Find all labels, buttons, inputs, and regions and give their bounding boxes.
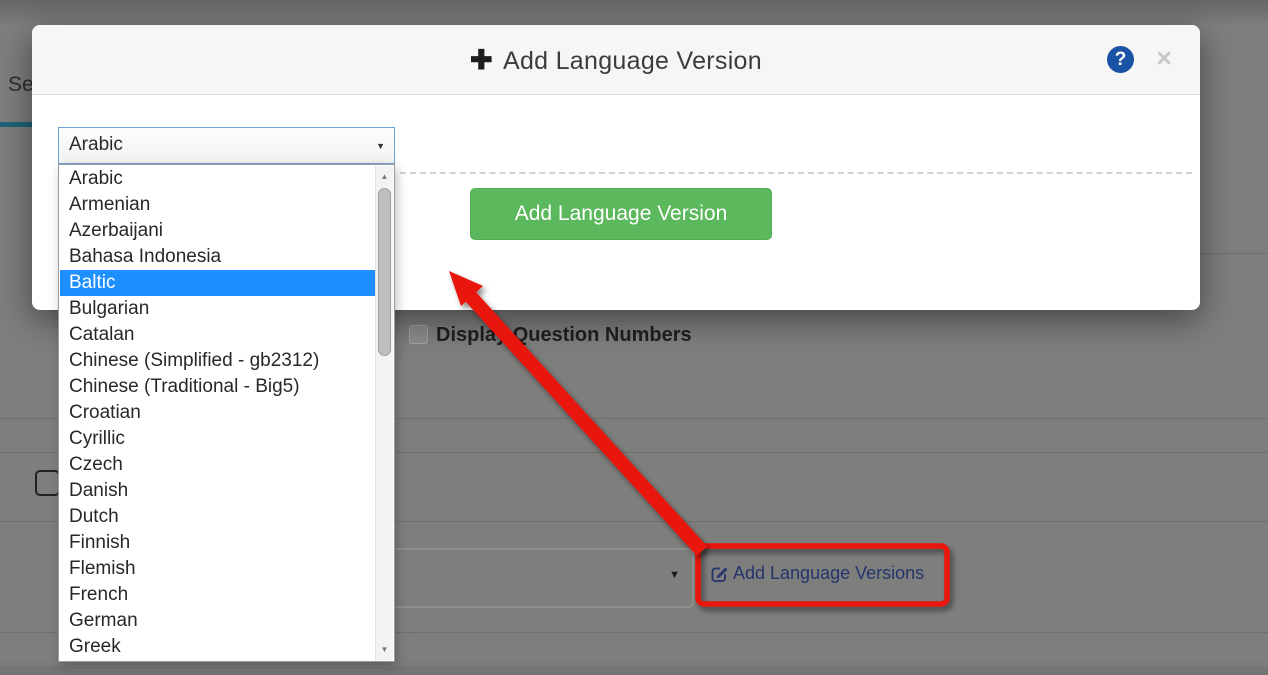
background-divider xyxy=(1200,253,1268,254)
language-select-value: Arabic xyxy=(69,134,123,156)
background-tab-accent-bar xyxy=(0,122,32,127)
language-option[interactable]: Czech xyxy=(60,452,376,478)
language-option[interactable]: Arabic xyxy=(60,166,376,192)
add-language-version-button[interactable]: Add Language Version xyxy=(470,188,772,240)
background-language-dropdown[interactable]: ▼ xyxy=(366,548,694,608)
language-option-list: ArabicArmenianAzerbaijaniBahasa Indonesi… xyxy=(60,166,376,660)
language-option[interactable]: Armenian xyxy=(60,192,376,218)
language-option[interactable]: Bulgarian xyxy=(60,296,376,322)
language-option[interactable]: Greek xyxy=(60,634,376,660)
chevron-down-icon: ▼ xyxy=(669,569,680,581)
modal-header: ✚Add Language Version ? × xyxy=(32,25,1200,95)
scrollbar-thumb[interactable] xyxy=(378,188,391,356)
arrow-annotation xyxy=(449,271,702,551)
language-select[interactable]: Arabic ▼ xyxy=(58,127,395,164)
background-divider xyxy=(0,668,1268,669)
plus-icon: ✚ xyxy=(470,45,493,75)
language-option[interactable]: Finnish xyxy=(60,530,376,556)
scroll-down-icon[interactable]: ▼ xyxy=(376,641,393,658)
add-language-versions-link[interactable]: Add Language Versions xyxy=(710,563,924,584)
modal-title: ✚Add Language Version xyxy=(32,45,1200,76)
help-icon[interactable]: ? xyxy=(1107,46,1134,73)
language-option[interactable]: Chinese (Simplified - gb2312) xyxy=(60,348,376,374)
language-option[interactable]: Catalan xyxy=(60,322,376,348)
language-option[interactable]: Cyrillic xyxy=(60,426,376,452)
edit-icon xyxy=(710,564,729,583)
language-option[interactable]: Bahasa Indonesia xyxy=(60,244,376,270)
language-option[interactable]: Danish xyxy=(60,478,376,504)
background-row-checkbox[interactable] xyxy=(35,470,60,496)
scroll-up-icon[interactable]: ▲ xyxy=(376,168,393,185)
background-partial-text: Se xyxy=(8,73,34,97)
language-option[interactable]: Azerbaijani xyxy=(60,218,376,244)
display-question-numbers-label: Display Question Numbers xyxy=(436,324,692,347)
scrollbar[interactable]: ▲ ▼ xyxy=(375,166,393,660)
language-option[interactable]: Flemish xyxy=(60,556,376,582)
language-option[interactable]: German xyxy=(60,608,376,634)
language-option[interactable]: Croatian xyxy=(60,400,376,426)
modal-dashed-separator xyxy=(400,172,1192,174)
language-option[interactable]: Baltic xyxy=(60,270,376,296)
add-language-versions-link-label: Add Language Versions xyxy=(733,563,924,584)
display-question-numbers-checkbox[interactable] xyxy=(409,325,428,344)
language-option[interactable]: Chinese (Traditional - Big5) xyxy=(60,374,376,400)
close-icon[interactable]: × xyxy=(1156,43,1172,73)
language-option-dropdown: ArabicArmenianAzerbaijaniBahasa Indonesi… xyxy=(58,164,395,662)
language-option[interactable]: Dutch xyxy=(60,504,376,530)
chevron-down-icon: ▼ xyxy=(376,141,385,151)
language-option[interactable]: French xyxy=(60,582,376,608)
screen: Se Display Question Numbers ▼ Add Langua… xyxy=(0,0,1268,675)
